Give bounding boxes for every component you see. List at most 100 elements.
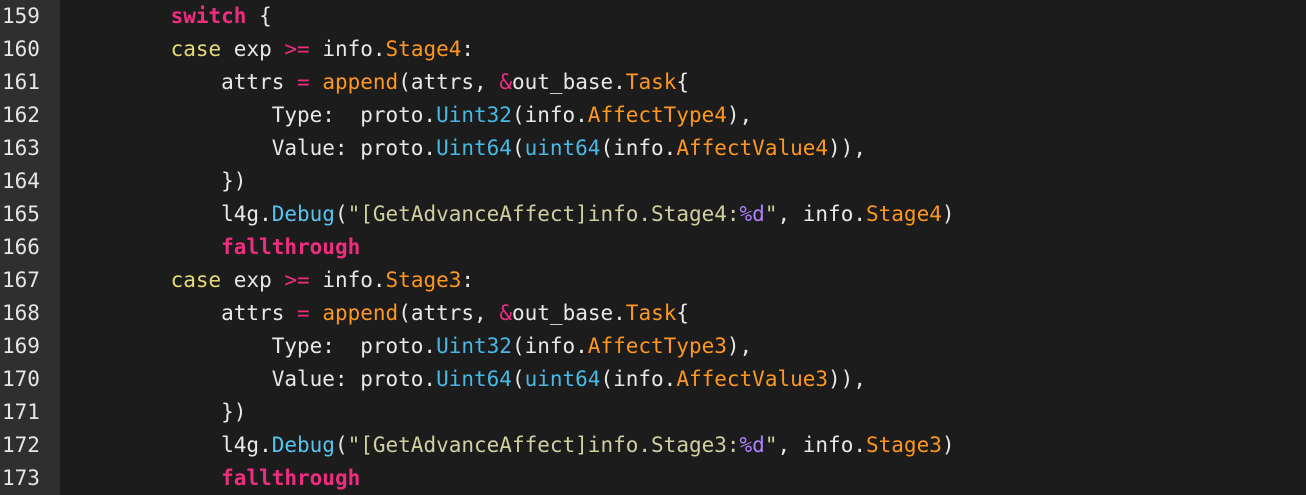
code-token: : bbox=[461, 37, 475, 61]
line-number: 167 bbox=[2, 268, 40, 292]
code-token: case bbox=[170, 37, 222, 61]
line-number: 160 bbox=[2, 37, 40, 61]
code-token: switch bbox=[170, 4, 247, 28]
code-token: Task bbox=[625, 70, 677, 94]
code-token: ), bbox=[726, 103, 753, 127]
code-token: attrs bbox=[120, 301, 298, 325]
code-token: { bbox=[676, 301, 690, 325]
code-token: Stage4 bbox=[385, 37, 462, 61]
code-token: , info. bbox=[777, 433, 866, 457]
code-token: = bbox=[297, 301, 310, 325]
code-token: %d bbox=[739, 202, 765, 226]
line-number: 163 bbox=[2, 136, 40, 160]
code-token: out_base. bbox=[512, 301, 626, 325]
code-token: }) bbox=[120, 400, 247, 424]
code-token: " bbox=[764, 433, 778, 457]
code-token: (attrs, bbox=[398, 70, 500, 94]
code-line[interactable]: case exp >= info.Stage4: bbox=[120, 33, 1306, 66]
code-token: ) bbox=[941, 202, 955, 226]
code-token: info. bbox=[309, 37, 386, 61]
line-number: 169 bbox=[2, 334, 40, 358]
code-token: : bbox=[461, 268, 475, 292]
code-token: (info. bbox=[600, 136, 677, 160]
code-token: fallthrough bbox=[221, 235, 361, 259]
code-token: >= bbox=[284, 268, 310, 292]
code-token: AffectValue4 bbox=[676, 136, 829, 160]
code-token: AffectType3 bbox=[587, 334, 727, 358]
code-line[interactable]: attrs = append(attrs, &out_base.Task{ bbox=[120, 297, 1306, 330]
line-number: 173 bbox=[2, 466, 40, 490]
code-token: = bbox=[297, 70, 310, 94]
code-token: Uint64 bbox=[436, 367, 512, 391]
code-token: Debug bbox=[271, 202, 335, 226]
code-token: l4g. bbox=[120, 433, 272, 457]
code-editor[interactable]: 159 160 161 162 163 164 165 166 167 168 169 170 171 1… bbox=[0, 0, 1306, 495]
code-line[interactable]: attrs = append(attrs, &out_base.Task{ bbox=[120, 66, 1306, 99]
code-token: Value: proto. bbox=[120, 136, 437, 160]
code-token: exp bbox=[221, 268, 285, 292]
code-token: %d bbox=[739, 433, 765, 457]
code-token: ( bbox=[511, 367, 525, 391]
code-line[interactable]: Value: proto.Uint64(uint64(info.AffectVa… bbox=[120, 132, 1306, 165]
line-number: 165 bbox=[2, 202, 40, 226]
code-token: fallthrough bbox=[221, 466, 361, 490]
line-number: 166 bbox=[2, 235, 40, 259]
code-token: append bbox=[322, 301, 399, 325]
code-line[interactable]: l4g.Debug("[GetAdvanceAffect]info.Stage3… bbox=[120, 429, 1306, 462]
code-token: ( bbox=[334, 202, 348, 226]
line-number: 161 bbox=[2, 70, 40, 94]
code-line[interactable]: l4g.Debug("[GetAdvanceAffect]info.Stage4… bbox=[120, 198, 1306, 231]
code-line[interactable]: Value: proto.Uint64(uint64(info.AffectVa… bbox=[120, 363, 1306, 396]
code-line[interactable]: Type: proto.Uint32(info.AffectType4), bbox=[120, 99, 1306, 132]
code-token: Stage4 bbox=[866, 202, 942, 226]
code-token: ( bbox=[334, 433, 348, 457]
code-token: Uint32 bbox=[436, 334, 512, 358]
code-token: )), bbox=[828, 367, 866, 391]
code-token: (attrs, bbox=[398, 301, 500, 325]
code-token: AffectValue3 bbox=[676, 367, 829, 391]
code-token: info. bbox=[309, 268, 386, 292]
code-token: Type: proto. bbox=[120, 103, 437, 127]
code-token: Task bbox=[625, 301, 677, 325]
code-token: case bbox=[170, 268, 222, 292]
code-token: Stage3 bbox=[385, 268, 462, 292]
code-line[interactable]: Type: proto.Uint32(info.AffectType3), bbox=[120, 330, 1306, 363]
code-token: & bbox=[499, 70, 512, 94]
code-line[interactable]: case exp >= info.Stage3: bbox=[120, 264, 1306, 297]
code-token: Type: proto. bbox=[120, 334, 437, 358]
line-number: 168 bbox=[2, 301, 40, 325]
line-number: 162 bbox=[2, 103, 40, 127]
code-token: Value: proto. bbox=[120, 367, 437, 391]
code-line[interactable]: fallthrough bbox=[120, 462, 1306, 495]
code-line[interactable]: }) bbox=[120, 396, 1306, 429]
line-number-gutter: 159 160 161 162 163 164 165 166 167 168 169 170 171 1… bbox=[0, 0, 60, 495]
code-token: Debug bbox=[271, 433, 335, 457]
code-token: )), bbox=[828, 136, 866, 160]
code-token: append bbox=[322, 70, 399, 94]
code-line[interactable]: switch { bbox=[120, 0, 1306, 33]
code-area[interactable]: switch { case exp >= info.Stage4: attrs … bbox=[60, 0, 1306, 495]
code-token: out_base. bbox=[512, 70, 626, 94]
code-token: "[GetAdvanceAffect]info.Stage4: bbox=[347, 202, 740, 226]
code-token: { bbox=[676, 70, 690, 94]
code-token: >= bbox=[284, 37, 310, 61]
line-number: 171 bbox=[2, 400, 40, 424]
code-token: ( bbox=[511, 136, 525, 160]
code-token: uint64 bbox=[524, 136, 601, 160]
code-token: , info. bbox=[777, 202, 866, 226]
line-number: 164 bbox=[2, 169, 40, 193]
code-line[interactable]: fallthrough bbox=[120, 231, 1306, 264]
code-token: (info. bbox=[511, 103, 588, 127]
code-token: attrs bbox=[120, 70, 298, 94]
line-number: 172 bbox=[2, 433, 40, 457]
line-number: 159 bbox=[2, 4, 40, 28]
code-token: exp bbox=[221, 37, 285, 61]
code-line[interactable]: }) bbox=[120, 165, 1306, 198]
